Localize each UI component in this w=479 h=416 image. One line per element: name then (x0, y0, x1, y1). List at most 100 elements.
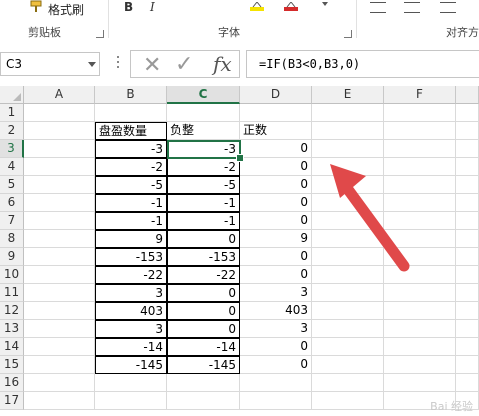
cell-g1[interactable] (456, 104, 479, 122)
cell-b8[interactable]: 9 (95, 230, 167, 248)
cell-b17[interactable] (95, 392, 167, 410)
cell-a12[interactable] (24, 302, 95, 320)
column-header-e[interactable]: E (312, 86, 384, 104)
cell-a14[interactable] (24, 338, 95, 356)
cell-c1[interactable] (167, 104, 240, 122)
cell-a16[interactable] (24, 374, 95, 392)
row-header-9[interactable]: 9 (0, 248, 24, 266)
cell-c6[interactable]: -1 (167, 194, 240, 212)
cell-b4[interactable]: -2 (95, 158, 167, 176)
cell-b16[interactable] (95, 374, 167, 392)
cell-d16[interactable] (240, 374, 312, 392)
row-header-1[interactable]: 1 (0, 104, 24, 122)
row-header-2[interactable]: 2 (0, 122, 24, 140)
cell-a15[interactable] (24, 356, 95, 374)
cell-g12[interactable] (456, 302, 479, 320)
chevron-down-icon[interactable] (322, 2, 328, 6)
cell-b1[interactable] (95, 104, 167, 122)
align-bottom-icon[interactable] (440, 2, 456, 13)
row-header-12[interactable]: 12 (0, 302, 24, 320)
formula-bar-grip-icon[interactable] (117, 56, 120, 72)
cell-g10[interactable] (456, 266, 479, 284)
cell-b14[interactable]: -14 (95, 338, 167, 356)
insert-function-icon[interactable]: fx (213, 52, 232, 76)
font-launcher-icon[interactable] (344, 30, 352, 38)
cell-c11[interactable]: 0 (167, 284, 240, 302)
cell-b2[interactable]: 盘盈数量 (95, 122, 167, 140)
cell-a17[interactable] (24, 392, 95, 410)
cell-f13[interactable] (384, 320, 456, 338)
cell-d2[interactable]: 正数 (240, 122, 312, 140)
cell-c9[interactable]: -153 (167, 248, 240, 266)
cell-c16[interactable] (167, 374, 240, 392)
cell-d13[interactable]: 3 (240, 320, 312, 338)
row-header-3[interactable]: 3 (0, 140, 24, 158)
select-all-corner[interactable] (0, 86, 24, 104)
row-header-11[interactable]: 11 (0, 284, 24, 302)
cell-f16[interactable] (384, 374, 456, 392)
cell-g3[interactable] (456, 140, 479, 158)
cell-c12[interactable]: 0 (167, 302, 240, 320)
cell-g16[interactable] (456, 374, 479, 392)
column-header-b[interactable]: B (95, 86, 167, 104)
cancel-icon[interactable]: ✕ (143, 53, 161, 78)
cell-f14[interactable] (384, 338, 456, 356)
cell-f2[interactable] (384, 122, 456, 140)
cell-g9[interactable] (456, 248, 479, 266)
row-header-13[interactable]: 13 (0, 320, 24, 338)
cell-c15[interactable]: -145 (167, 356, 240, 374)
cell-e13[interactable] (312, 320, 384, 338)
cell-c14[interactable]: -14 (167, 338, 240, 356)
cell-c5[interactable]: -5 (167, 176, 240, 194)
cell-a4[interactable] (24, 158, 95, 176)
cell-e16[interactable] (312, 374, 384, 392)
font-color-icon[interactable] (284, 0, 298, 11)
cell-a8[interactable] (24, 230, 95, 248)
cell-c17[interactable] (167, 392, 240, 410)
align-top-icon[interactable] (370, 2, 386, 13)
cell-c7[interactable]: -1 (167, 212, 240, 230)
row-header-10[interactable]: 10 (0, 266, 24, 284)
formula-input[interactable]: =IF(B3<0,B3,0) (246, 50, 479, 78)
cell-b11[interactable]: 3 (95, 284, 167, 302)
cell-a2[interactable] (24, 122, 95, 140)
cell-c13[interactable]: 0 (167, 320, 240, 338)
column-header-d[interactable]: D (240, 86, 312, 104)
cell-a1[interactable] (24, 104, 95, 122)
cell-b9[interactable]: -153 (95, 248, 167, 266)
cell-a9[interactable] (24, 248, 95, 266)
cell-f15[interactable] (384, 356, 456, 374)
row-header-5[interactable]: 5 (0, 176, 24, 194)
row-header-16[interactable]: 16 (0, 374, 24, 392)
cell-g15[interactable] (456, 356, 479, 374)
cell-b3[interactable]: -3 (95, 140, 167, 158)
cell-d15[interactable]: 0 (240, 356, 312, 374)
cell-d14[interactable]: 0 (240, 338, 312, 356)
cell-g8[interactable] (456, 230, 479, 248)
clipboard-launcher-icon[interactable] (96, 30, 104, 38)
cell-c4[interactable]: -2 (167, 158, 240, 176)
column-header-c[interactable]: C (167, 86, 240, 104)
cell-e14[interactable] (312, 338, 384, 356)
cell-e2[interactable] (312, 122, 384, 140)
row-header-15[interactable]: 15 (0, 356, 24, 374)
cell-g13[interactable] (456, 320, 479, 338)
row-header-7[interactable]: 7 (0, 212, 24, 230)
name-box-dropdown-icon[interactable] (88, 62, 96, 67)
cell-e17[interactable] (312, 392, 384, 410)
cell-d17[interactable] (240, 392, 312, 410)
column-header-f[interactable]: F (384, 86, 456, 104)
cell-b5[interactable]: -5 (95, 176, 167, 194)
format-painter-icon[interactable] (30, 0, 46, 12)
cell-d1[interactable] (240, 104, 312, 122)
cell-c8[interactable]: 0 (167, 230, 240, 248)
fill-handle[interactable] (236, 154, 244, 162)
cell-c10[interactable]: -22 (167, 266, 240, 284)
cell-a6[interactable] (24, 194, 95, 212)
align-middle-icon[interactable] (404, 2, 420, 13)
cell-a3[interactable] (24, 140, 95, 158)
bold-button[interactable]: B (124, 0, 133, 14)
cell-f1[interactable] (384, 104, 456, 122)
cell-b12[interactable]: 403 (95, 302, 167, 320)
cell-c2[interactable]: 负整 (167, 122, 240, 140)
